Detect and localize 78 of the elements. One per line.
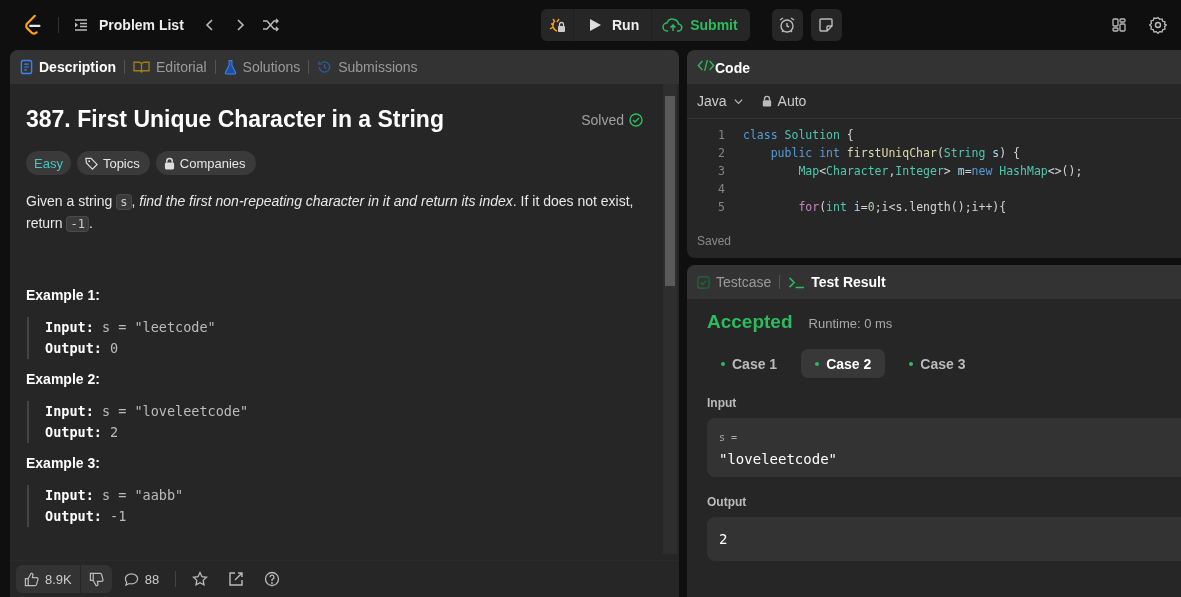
language-dropdown[interactable]: Java [697,93,744,109]
lock-icon [761,95,772,107]
code-tab[interactable]: Code [697,58,750,76]
example-line: Input: s = "leetcode" [45,318,217,337]
debug-button[interactable] [541,9,573,41]
example-line: Output: -1 [45,507,128,526]
alarm-clock-icon [778,16,797,34]
problem-title: 387. First Unique Character in a String [26,106,444,133]
case-tab[interactable]: Case 2 [801,349,886,378]
output-label: Output [707,495,748,509]
star-icon[interactable] [192,571,209,587]
layout-icon[interactable] [1111,17,1127,33]
panel-tab[interactable]: Description [20,59,116,75]
companies-tag[interactable]: Companies [155,151,256,175]
play-icon [588,18,602,32]
example-title: Example 3: [26,455,101,471]
check-circle-icon [629,112,643,127]
code-line: for(int i=0;i<s.length();i++){ [797,200,1007,214]
problem-statement: Given a string s , find the first non-repeating character in it and return its index. If it does not exist, return -1 . [26,192,635,234]
book-icon [133,60,150,74]
example-line: Output: 0 [45,339,120,358]
panel-tab[interactable]: Test Result [788,274,886,290]
panel-tab[interactable]: Submissions [317,59,418,75]
panel-tab[interactable]: Editorial [133,59,207,75]
example-line: Input: s = "loveleetcode" [45,402,250,421]
share-icon[interactable] [228,571,245,587]
code-brackets-icon [697,58,715,73]
bug-lock-icon [548,16,566,34]
case-tab[interactable]: Case 3 [895,349,980,378]
checkbox-icon [697,275,710,289]
input-value: "loveleetcode" [719,451,838,467]
runtime-label: Runtime: 0 ms [808,316,893,331]
notes-button[interactable] [810,9,842,41]
submit-button[interactable]: Submit [652,9,750,41]
flask-icon [223,59,237,75]
example-line: Input: s = "aabb" [45,486,185,505]
verdict-label: Accepted [707,311,793,333]
panel-tab[interactable]: Solutions [223,59,301,75]
example-title: Example 2: [26,371,101,387]
output-value: 2 [719,531,728,547]
comments-button[interactable]: 88 [123,571,160,587]
input-label: Input [707,396,738,410]
code-line: public int firstUniqChar(String s) { [769,146,1020,160]
scrollbar[interactable] [663,84,677,554]
document-icon [20,59,33,75]
timer-button[interactable] [771,9,803,41]
run-button[interactable]: Run [574,9,652,41]
example-line: Output: 2 [45,423,120,442]
list-icon [73,17,89,33]
line-number: 4 [717,182,726,196]
case-tab[interactable]: Case 1 [707,349,792,378]
code-line: class Solution { [743,128,854,142]
code-line: Map<Character,Integer> m=new HashMap<>(); [797,164,1083,178]
history-icon [317,59,333,75]
example-title: Example 1: [26,287,101,303]
shuffle-icon[interactable] [261,17,280,33]
cloud-upload-icon [662,17,685,33]
panel-tab[interactable]: Testcase [697,274,772,290]
help-icon[interactable] [264,571,281,587]
lock-icon [163,156,175,170]
line-number: 1 [717,128,726,142]
thumbs-down-icon [88,571,104,587]
topics-tag[interactable]: Topics [76,151,150,175]
line-number: 2 [717,146,726,160]
solved-status: Solved [581,111,643,128]
tag-icon [84,156,98,170]
speech-bubble-icon [123,571,139,587]
variable-name: s = [719,432,739,443]
thumbs-up-icon [24,571,39,587]
saved-status: Saved [696,234,733,250]
settings-icon[interactable] [1149,16,1167,34]
auto-mode-label: Auto [761,93,807,109]
note-icon [818,17,835,33]
line-number: 5 [717,200,726,214]
difficulty-tag: Easy [26,151,71,175]
problem-list-button[interactable]: Problem List [73,17,184,33]
terminal-icon [788,275,806,289]
line-number: 3 [717,164,726,178]
